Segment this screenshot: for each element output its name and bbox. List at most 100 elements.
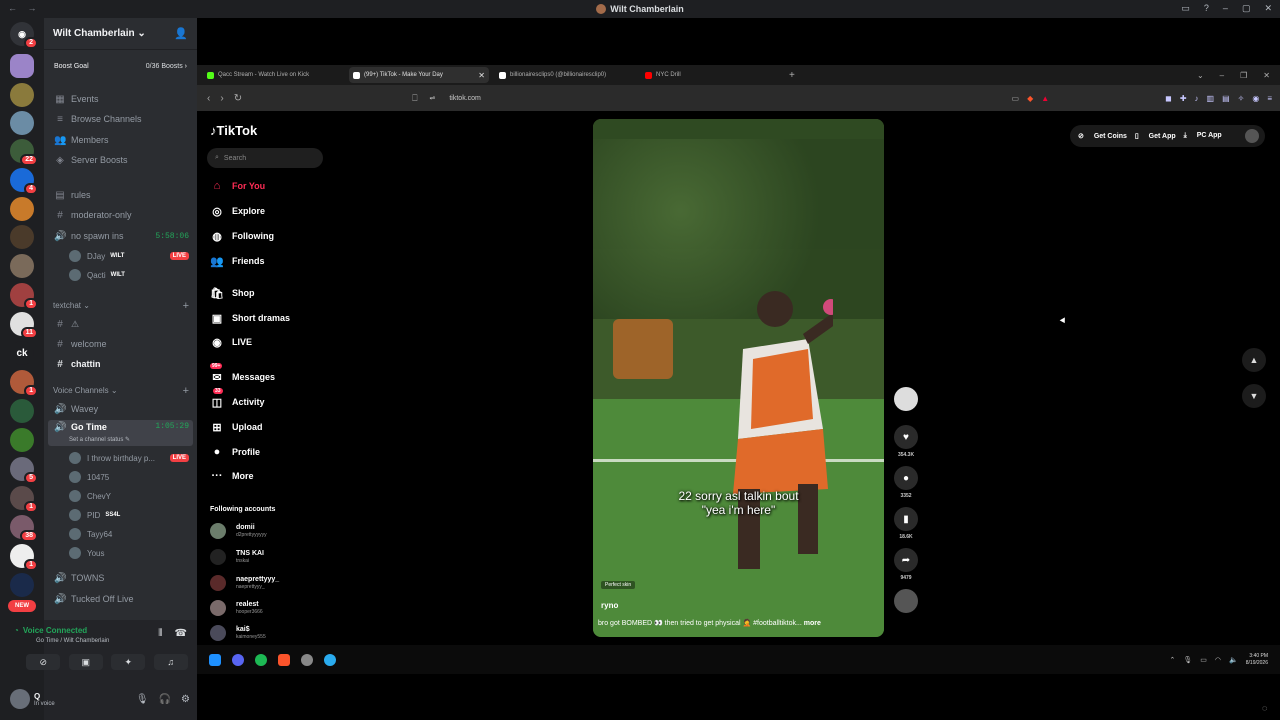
tab-kick[interactable]: Qacc Stream - Watch Live on Kick xyxy=(203,67,343,83)
server-icon[interactable] xyxy=(10,573,34,597)
channel-browse[interactable]: ≡ Browse Channels xyxy=(48,110,193,128)
get-app-button[interactable]: ▯ Get App xyxy=(1135,132,1176,140)
bookmark-icon[interactable]: ⎕ xyxy=(412,93,417,104)
nav-shop[interactable]: 🛍 Shop xyxy=(210,284,254,302)
get-coins-button[interactable]: ⊘ Get Coins xyxy=(1078,132,1127,140)
nav-more[interactable]: ··· More xyxy=(210,467,254,485)
menu-icon[interactable]: ≡ xyxy=(1267,94,1272,103)
add-channel-icon[interactable]: + xyxy=(183,300,189,312)
notification-icon[interactable]: ◌ xyxy=(1262,703,1267,713)
server-icon[interactable] xyxy=(10,197,34,221)
voice-user[interactable]: PID SS4L xyxy=(69,506,189,524)
gear-icon[interactable]: ⚙ xyxy=(181,694,190,705)
voice-channel-towns[interactable]: 🔊 TOWNS xyxy=(48,569,193,587)
boost-goal[interactable]: Boost Goal 0/36 Boosts › xyxy=(50,56,191,76)
nav-for-you[interactable]: ⌂ For You xyxy=(210,177,266,195)
voice-user[interactable]: ChevY xyxy=(69,487,189,505)
server-icon[interactable] xyxy=(10,225,34,249)
volume-icon[interactable]: 🔈 xyxy=(1229,656,1238,664)
nav-short-dramas[interactable]: ▣ Short dramas xyxy=(210,309,290,327)
like-button[interactable]: ♥ 354.3K xyxy=(890,425,922,458)
microphone-icon[interactable]: 🎙 xyxy=(1183,656,1192,664)
channel-welcome[interactable]: # welcome xyxy=(48,335,193,353)
address-field[interactable]: tiktok.com xyxy=(449,95,481,102)
voice-channel-wavey[interactable]: 🔊 Wavey xyxy=(48,400,193,418)
help-icon[interactable]: ? xyxy=(1204,3,1209,14)
camera-off-button[interactable]: ⊘ xyxy=(26,654,61,670)
voice-user[interactable]: Tayy64 xyxy=(69,525,189,543)
voice-user[interactable]: Yous xyxy=(69,544,189,562)
clock[interactable]: 3:40 PM 8/19/2026 xyxy=(1246,653,1268,667)
noise-icon[interactable]: ⦀ xyxy=(158,628,162,639)
server-icon[interactable]: 38 xyxy=(10,515,38,542)
server-icon[interactable] xyxy=(10,83,34,107)
back-icon[interactable]: ‹ xyxy=(207,93,210,104)
new-tab-button[interactable]: + xyxy=(789,70,795,81)
music-icon[interactable]: ♪ xyxy=(1195,94,1199,103)
inbox-icon[interactable]: ▭ xyxy=(1181,3,1190,14)
vpn-icon[interactable]: ◉ xyxy=(1252,94,1259,103)
video-username[interactable]: ryno xyxy=(601,601,618,610)
tiktok-logo[interactable]: ♪TikTok xyxy=(210,123,257,138)
comment-button[interactable]: ● 3352 xyxy=(890,466,922,499)
minimize-button[interactable]: – xyxy=(1223,3,1228,14)
category-textchat[interactable]: textchat ⌄ + xyxy=(53,300,189,312)
voice-user[interactable]: DJay WILT LIVE xyxy=(69,247,189,265)
tab-list-icon[interactable]: ⌄ xyxy=(1197,71,1204,80)
video-player[interactable]: 22 sorry asl talkin bout "yea i'm here" … xyxy=(593,119,884,637)
maximize-button[interactable]: ❐ xyxy=(1240,71,1247,80)
server-icon[interactable]: ck xyxy=(10,341,34,365)
close-tab-icon[interactable]: ✕ xyxy=(478,71,485,80)
add-member-icon[interactable]: 👤 xyxy=(174,27,188,40)
server-icon[interactable]: 4 xyxy=(10,168,38,195)
voice-user[interactable]: 10475 xyxy=(69,468,189,486)
nav-explore[interactable]: ◎ Explore xyxy=(210,202,265,220)
server-header[interactable]: Wilt Chamberlain ⌄ 👤 xyxy=(44,18,197,50)
cast-icon[interactable]: ▭ xyxy=(1012,94,1020,103)
sidebar-icon[interactable]: ▥ xyxy=(1207,94,1215,103)
voice-user[interactable]: I throw birthday p... LIVE xyxy=(69,449,189,467)
server-icon[interactable] xyxy=(10,254,34,278)
nav-upload[interactable]: ⊞ Upload xyxy=(210,418,262,436)
close-button[interactable]: ✕ xyxy=(1263,71,1270,80)
server-icon-active[interactable] xyxy=(10,54,34,78)
following-account[interactable]: TNS KAI tnskai xyxy=(210,547,264,567)
wifi-icon[interactable]: ◠ xyxy=(1215,656,1221,664)
server-icon[interactable]: 1 xyxy=(10,283,38,310)
tab-nyc-drill[interactable]: NYC Drill xyxy=(641,67,781,83)
soundboard-button[interactable]: ♫ xyxy=(153,654,188,670)
tab-billionaires[interactable]: billionairesclips0 (@billionairesclip0) xyxy=(495,67,635,83)
nav-following[interactable]: ◍ Following xyxy=(210,227,274,245)
spotify-icon[interactable] xyxy=(255,653,267,666)
server-icon[interactable]: 1 xyxy=(10,486,38,513)
wallet-icon[interactable]: ▤ xyxy=(1222,94,1230,103)
server-icon[interactable]: 1 xyxy=(10,370,38,397)
channel-events[interactable]: ▦ Events xyxy=(48,90,193,108)
channel-rules[interactable]: ▤ rules xyxy=(48,186,193,204)
voice-channel-no-spawn-ins[interactable]: 🔊 no spawn ins 5:58:06 xyxy=(48,227,193,245)
server-icon[interactable]: 11 xyxy=(10,312,38,339)
rewards-icon[interactable]: ▲ xyxy=(1041,94,1049,103)
brave-shield-icon[interactable]: ◆ xyxy=(1027,94,1033,103)
nav-messages[interactable]: ✉ Messages xyxy=(210,368,275,386)
channel-warning[interactable]: # ⚠ xyxy=(48,315,193,333)
minimize-button[interactable]: – xyxy=(1220,71,1224,80)
disconnect-icon[interactable]: ☎ xyxy=(175,628,187,639)
server-icon[interactable] xyxy=(10,428,34,452)
previous-video-button[interactable]: ▲ xyxy=(1242,348,1266,372)
channel-members[interactable]: 👥 Members xyxy=(48,131,193,149)
nav-profile[interactable]: ● Profile xyxy=(210,443,260,461)
following-account[interactable]: realest hooper3666 xyxy=(210,598,263,618)
tab-tiktok[interactable]: (99+) TikTok - Make Your Day ✕ xyxy=(349,67,489,83)
following-account[interactable]: kai$ kaimoney555 xyxy=(210,623,266,643)
voice-user[interactable]: Qacti WILT xyxy=(69,266,189,284)
microphone-icon[interactable]: 🎙 xyxy=(136,694,149,705)
voice-connected-label[interactable]: ◔ Voice Connected xyxy=(14,626,87,635)
forward-icon[interactable]: › xyxy=(220,93,223,104)
channel-server-boosts[interactable]: ◈ Server Boosts xyxy=(48,151,193,169)
server-icon[interactable]: 22 xyxy=(10,139,38,166)
puzzle-icon[interactable]: ✚ xyxy=(1180,94,1187,103)
avatar[interactable] xyxy=(1245,129,1259,143)
server-icon[interactable]: 5 xyxy=(10,457,38,484)
share-button[interactable]: ➦ 9479 xyxy=(890,548,922,581)
